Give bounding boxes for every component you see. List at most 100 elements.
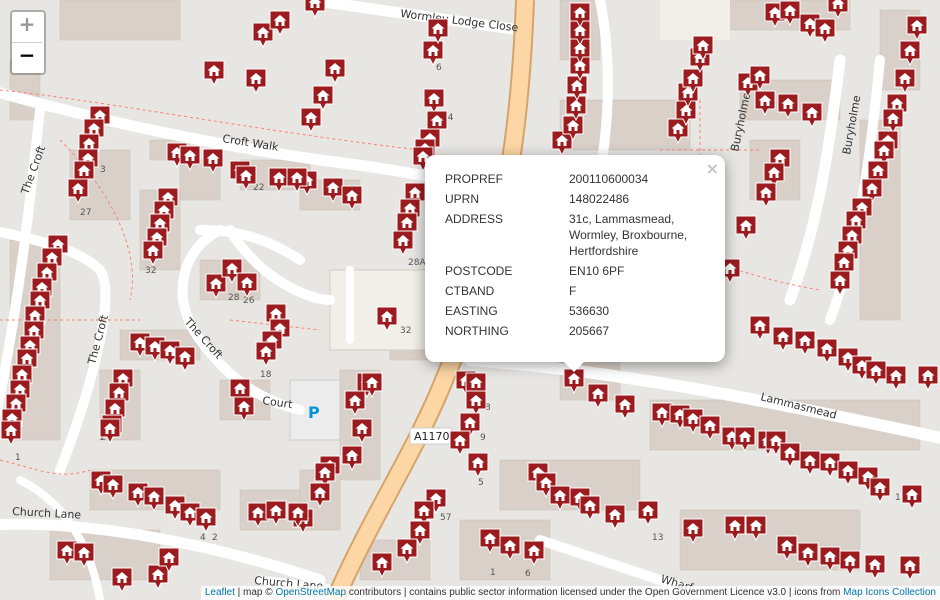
house-marker-icon	[899, 555, 921, 581]
property-marker[interactable]	[427, 18, 449, 44]
property-marker[interactable]	[111, 567, 133, 593]
property-marker[interactable]	[102, 474, 124, 500]
property-marker[interactable]	[797, 542, 819, 568]
property-marker[interactable]	[885, 365, 907, 391]
osm-link[interactable]: OpenStreetMap	[275, 587, 346, 598]
property-marker[interactable]	[287, 502, 309, 528]
property-marker[interactable]	[499, 535, 521, 561]
property-marker[interactable]	[794, 330, 816, 356]
map-view[interactable]: A1170 P Wormley Lodge Close Croft Walk T…	[0, 0, 940, 600]
property-marker[interactable]	[99, 418, 121, 444]
property-marker[interactable]	[195, 507, 217, 533]
house-marker-icon	[797, 542, 819, 568]
property-marker[interactable]	[344, 390, 366, 416]
property-marker[interactable]	[901, 484, 923, 510]
property-marker[interactable]	[371, 552, 393, 578]
property-marker[interactable]	[233, 396, 255, 422]
map-icons-link[interactable]: Map Icons Collection	[843, 587, 936, 598]
property-marker[interactable]	[734, 426, 756, 452]
property-marker[interactable]	[142, 240, 164, 266]
property-marker[interactable]	[772, 326, 794, 352]
property-marker[interactable]	[776, 535, 798, 561]
property-marker[interactable]	[245, 68, 267, 94]
property-marker[interactable]	[202, 148, 224, 174]
popup-row-postcode: POSTCODE EN10 6PF	[443, 261, 711, 281]
property-marker[interactable]	[341, 445, 363, 471]
property-marker[interactable]	[906, 15, 928, 41]
house-marker-icon	[549, 485, 571, 511]
property-marker[interactable]	[587, 383, 609, 409]
property-marker[interactable]	[894, 68, 916, 94]
property-marker[interactable]	[745, 515, 767, 541]
property-marker[interactable]	[235, 165, 257, 191]
property-marker[interactable]	[735, 215, 757, 241]
property-marker[interactable]	[324, 58, 346, 84]
property-marker[interactable]	[724, 515, 746, 541]
property-marker[interactable]	[754, 90, 776, 116]
property-marker[interactable]	[682, 518, 704, 544]
popup-value: 536630	[569, 304, 610, 318]
zoom-in-button[interactable]: +	[12, 12, 42, 42]
property-marker[interactable]	[864, 554, 886, 580]
property-marker[interactable]	[799, 450, 821, 476]
popup-value: 148022486	[569, 192, 630, 206]
property-marker[interactable]	[899, 555, 921, 581]
property-marker[interactable]	[779, 442, 801, 468]
popup-row-northing: NORTHING 205667	[443, 321, 711, 341]
property-marker[interactable]	[396, 538, 418, 564]
house-marker-icon	[245, 68, 267, 94]
leaflet-link[interactable]: Leaflet	[205, 587, 235, 598]
property-marker[interactable]	[300, 107, 322, 133]
property-marker[interactable]	[549, 485, 571, 511]
property-marker[interactable]	[255, 341, 277, 367]
property-marker[interactable]	[67, 178, 89, 204]
property-marker[interactable]	[286, 167, 308, 193]
property-marker[interactable]	[304, 0, 326, 18]
property-marker[interactable]	[179, 145, 201, 171]
property-marker[interactable]	[341, 185, 363, 211]
property-marker[interactable]	[614, 394, 636, 420]
property-marker[interactable]	[0, 420, 22, 446]
property-marker[interactable]	[814, 18, 836, 44]
property-marker[interactable]	[819, 546, 841, 572]
property-marker[interactable]	[309, 482, 331, 508]
property-marker[interactable]	[376, 306, 398, 332]
popup-key: PROPREF	[445, 172, 504, 186]
property-marker[interactable]	[755, 182, 777, 208]
property-marker[interactable]	[839, 550, 861, 576]
property-marker[interactable]	[479, 528, 501, 554]
property-marker[interactable]	[692, 35, 714, 61]
property-marker[interactable]	[392, 230, 414, 256]
property-marker[interactable]	[569, 2, 591, 28]
property-marker[interactable]	[604, 504, 626, 530]
property-marker[interactable]	[899, 40, 921, 66]
property-marker[interactable]	[801, 102, 823, 128]
property-marker[interactable]	[467, 452, 489, 478]
property-marker[interactable]	[777, 93, 799, 119]
property-marker[interactable]	[579, 495, 601, 521]
property-marker[interactable]	[869, 477, 891, 503]
property-marker[interactable]	[749, 65, 771, 91]
property-marker[interactable]	[865, 360, 887, 386]
property-marker[interactable]	[73, 542, 95, 568]
property-marker[interactable]	[637, 500, 659, 526]
property-marker[interactable]	[236, 272, 258, 298]
property-marker[interactable]	[269, 10, 291, 36]
property-marker[interactable]	[749, 315, 771, 341]
property-marker[interactable]	[143, 486, 165, 512]
property-marker[interactable]	[351, 418, 373, 444]
property-marker[interactable]	[174, 346, 196, 372]
property-popup: × PROPREF 200110600034 UPRN 148022486 ADDR…	[425, 155, 725, 372]
property-marker[interactable]	[917, 365, 939, 391]
property-marker[interactable]	[837, 460, 859, 486]
property-marker[interactable]	[158, 547, 180, 573]
property-marker[interactable]	[265, 500, 287, 526]
property-marker[interactable]	[699, 415, 721, 441]
property-marker[interactable]	[203, 60, 225, 86]
property-marker[interactable]	[816, 338, 838, 364]
property-marker[interactable]	[829, 270, 851, 296]
property-marker[interactable]	[523, 540, 545, 566]
property-marker[interactable]	[779, 0, 801, 26]
zoom-out-button[interactable]: −	[12, 42, 42, 73]
property-marker[interactable]	[827, 0, 849, 19]
